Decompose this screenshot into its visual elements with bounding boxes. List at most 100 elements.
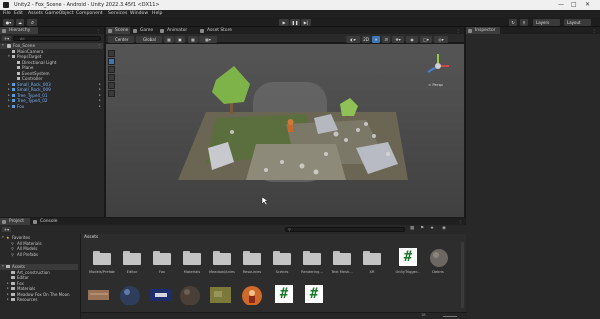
increment-snap-icon[interactable]: ▦▾ xyxy=(199,35,217,43)
audio-icon[interactable]: ♬ xyxy=(382,35,390,43)
breadcrumb[interactable]: Assets xyxy=(84,235,98,240)
search-icon[interactable]: ⚲ xyxy=(520,18,528,26)
asset-label: Materials xyxy=(183,270,201,274)
camera-icon[interactable]: □▾ xyxy=(420,35,432,43)
menu-window[interactable]: Window xyxy=(130,11,148,16)
prefab-icon xyxy=(12,88,15,92)
gizmos-icon[interactable]: ◎▾ xyxy=(434,35,448,43)
character-icon[interactable] xyxy=(241,285,263,305)
folder-icon[interactable] xyxy=(153,251,171,265)
tab-hierarchy[interactable]: Hierarchy xyxy=(0,27,38,34)
effects-icon[interactable]: ❖▾ xyxy=(392,35,404,43)
tab-scene[interactable]: Scene xyxy=(106,27,130,34)
pause-button[interactable]: ❚❚ xyxy=(290,18,300,26)
collapse-arrow-icon[interactable]: ▸ xyxy=(7,297,9,303)
draw-mode-icon[interactable]: ◐▾ xyxy=(346,35,360,43)
hierarchy-item[interactable]: ▸ Fox ▸ xyxy=(0,104,103,110)
kebab-menu-icon[interactable]: ⋮ xyxy=(96,28,100,33)
menu-help[interactable]: Help xyxy=(152,11,162,16)
add-button[interactable]: +▾ xyxy=(2,36,11,41)
favorite-star-icon[interactable]: ★ xyxy=(430,226,434,231)
csharp-script-icon[interactable]: # xyxy=(399,248,417,266)
lighting-icon[interactable]: ☀ xyxy=(372,35,380,43)
kebab-menu-icon[interactable]: ⋮ xyxy=(458,219,462,224)
collab-button[interactable]: ↺ xyxy=(27,18,37,26)
hidden-packages-icon[interactable]: ◉ xyxy=(442,226,446,231)
zoom-slider[interactable] xyxy=(443,315,457,317)
folder-icon[interactable] xyxy=(303,251,321,265)
project-icon xyxy=(2,219,6,224)
tab-inspector[interactable]: Inspector xyxy=(466,27,500,34)
persp-label[interactable]: < Persp xyxy=(428,82,443,87)
tab-console[interactable]: Console xyxy=(31,218,63,225)
unity-logo-icon xyxy=(3,2,9,8)
kebab-menu-icon[interactable]: ⋮ xyxy=(456,28,460,33)
rect-tool-icon[interactable] xyxy=(108,82,115,89)
hierarchy-icon xyxy=(2,28,6,33)
grid-icon[interactable]: ▦ xyxy=(164,35,174,43)
folder-icon[interactable] xyxy=(273,251,291,265)
history-icon[interactable]: ↻ xyxy=(509,18,517,26)
maximize-icon[interactable]: □ xyxy=(571,1,577,8)
play-button[interactable]: ▶ xyxy=(279,18,289,26)
rock-material-icon[interactable] xyxy=(429,248,449,268)
tab-game[interactable]: Game xyxy=(131,27,158,34)
rotate-tool-icon[interactable] xyxy=(108,66,115,73)
folder-icon[interactable] xyxy=(243,251,261,265)
create-button[interactable]: +▾ xyxy=(2,227,11,232)
csharp-script-icon[interactable]: # xyxy=(275,285,293,303)
filter-type-icon[interactable]: ▦ xyxy=(410,226,414,231)
menu-gameobject[interactable]: GameObject xyxy=(45,11,74,16)
tab-asset-store[interactable]: Asset Store xyxy=(198,27,240,34)
pivot-center-dropdown[interactable]: Center xyxy=(108,35,134,43)
tab-project[interactable]: Project xyxy=(0,218,30,225)
hand-tool-icon[interactable] xyxy=(108,50,115,57)
kebab-menu-icon[interactable]: ⋮ xyxy=(592,28,596,33)
prefab-arrow-icon[interactable]: ▸ xyxy=(99,104,101,110)
menu-services[interactable]: Services xyxy=(108,11,127,16)
flag-texture-icon[interactable] xyxy=(149,285,171,305)
snap-icon[interactable]: ▣ xyxy=(175,35,185,43)
move-tool-icon[interactable] xyxy=(108,58,115,65)
filter-label-icon[interactable]: ⚑ xyxy=(420,226,424,231)
hidden-objects-icon[interactable]: ◉ xyxy=(406,35,418,43)
folder-icon[interactable] xyxy=(123,251,141,265)
menu-file[interactable]: File xyxy=(3,11,11,16)
2d-toggle[interactable]: 2D xyxy=(362,35,370,43)
wood-material-icon[interactable] xyxy=(87,285,109,305)
transform-tool-icon[interactable] xyxy=(108,90,115,97)
asset-grid-scrollbar[interactable] xyxy=(461,242,464,308)
account-button[interactable]: ●▾ xyxy=(3,18,14,26)
sphere-material-icon[interactable] xyxy=(119,285,141,305)
dark-sphere-material-icon[interactable] xyxy=(179,285,201,305)
folder-icon[interactable] xyxy=(183,251,201,265)
cloud-icon[interactable]: ☁ xyxy=(16,18,24,26)
grid-settings-icon[interactable]: ▦ xyxy=(188,35,198,43)
global-local-dropdown[interactable]: Global xyxy=(136,35,162,43)
project-search-input[interactable]: ⚲ xyxy=(285,227,405,232)
step-button[interactable]: ▶| xyxy=(301,18,311,26)
folder-icon[interactable] xyxy=(363,251,381,265)
tab-animator[interactable]: Animator xyxy=(158,27,196,34)
minimize-icon[interactable]: — xyxy=(558,1,564,8)
collapse-arrow-icon[interactable]: ▸ xyxy=(8,104,10,110)
orientation-gizmo-icon[interactable] xyxy=(424,52,452,80)
asset-label: Editor xyxy=(126,270,138,274)
scale-tool-icon[interactable] xyxy=(108,74,115,81)
close-icon[interactable]: ✕ xyxy=(585,1,590,8)
asset-folder[interactable]: ▸ Resources xyxy=(0,297,78,303)
layout-dropdown[interactable]: Layout xyxy=(564,18,591,26)
menu-assets[interactable]: Assets xyxy=(28,11,43,16)
folder-icon[interactable] xyxy=(93,251,111,265)
scene-viewport[interactable]: < Persp xyxy=(106,44,464,217)
favorite-item[interactable]: ⚲ All Prefabs xyxy=(0,252,78,258)
ground-texture-icon[interactable] xyxy=(209,285,231,305)
csharp-script-icon[interactable]: # xyxy=(305,285,323,303)
menu-edit[interactable]: Edit xyxy=(14,11,23,16)
layers-dropdown[interactable]: Layers xyxy=(533,18,560,26)
hierarchy-search-input[interactable]: All xyxy=(13,36,101,41)
scene-view-icon xyxy=(108,28,112,33)
folder-icon[interactable] xyxy=(333,251,351,265)
menu-component[interactable]: Component xyxy=(76,11,103,16)
folder-icon[interactable] xyxy=(213,251,231,265)
